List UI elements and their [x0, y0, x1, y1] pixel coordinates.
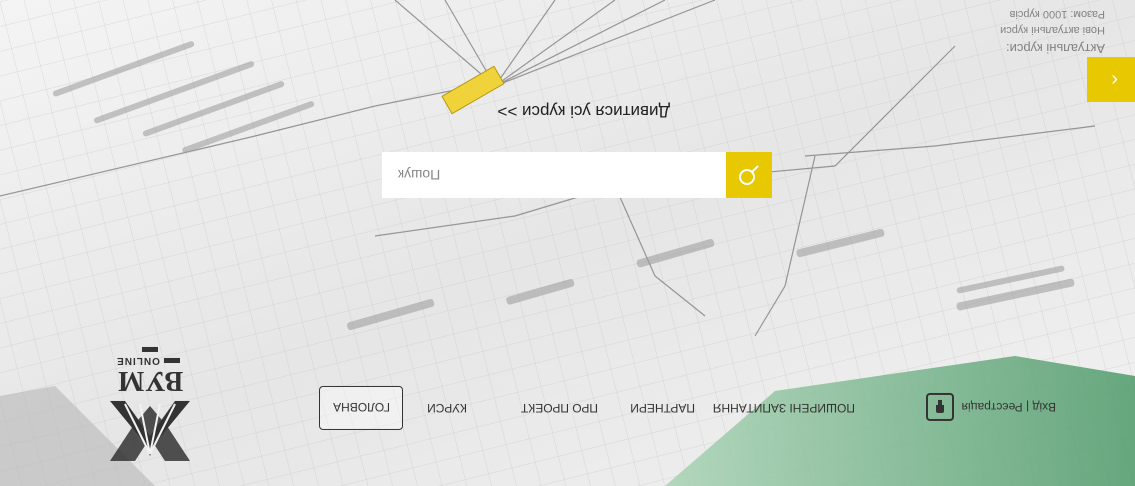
nav-item-home[interactable]: ГОЛОВНА [319, 386, 403, 430]
all-courses-link[interactable]: Дивитися усі курси >> [497, 101, 670, 121]
side-panel-toggle-button[interactable]: ‹ [1087, 57, 1135, 102]
background-line: Нові актуальні курси [1000, 24, 1105, 36]
search-input[interactable] [382, 152, 726, 198]
search-bar [382, 152, 772, 198]
nav-item-courses[interactable]: КУРСИ [427, 386, 467, 430]
search-icon [739, 165, 759, 185]
page: Актуальні курси: Нові актуальні курси Ра… [0, 0, 1135, 486]
nav-item-partners[interactable]: ПАРТНЕРИ [630, 386, 695, 430]
logo-emblem-icon [110, 401, 190, 461]
login-label: Вхід | Реєстрація [961, 400, 1056, 414]
lock-icon [925, 393, 954, 421]
login-register-link[interactable]: Вхід | Реєстрація [925, 392, 1056, 422]
site-logo[interactable]: ВУМ ONLINE [105, 354, 195, 466]
background-heading: Актуальні курси: [1005, 41, 1105, 56]
search-button[interactable] [726, 152, 772, 198]
logo-subtitle: ONLINE [105, 344, 195, 366]
chevron-left-icon: ‹ [1111, 69, 1118, 91]
main-navigation: ГОЛОВНА КУРСИ ПРО ПРОЕКТ ПАРТНЕРИ ПОШИРЕ… [255, 386, 855, 430]
nav-item-about[interactable]: ПРО ПРОЕКТ [521, 386, 598, 430]
rotated-scene: Актуальні курси: Нові актуальні курси Ра… [0, 0, 1135, 486]
logo-wordmark: ВУМ [116, 365, 184, 396]
nav-item-faq[interactable]: ПОШИРЕНІ ЗАПИТАННЯ [713, 386, 855, 430]
background-line: Разом: 1000 курсів [1009, 8, 1105, 20]
